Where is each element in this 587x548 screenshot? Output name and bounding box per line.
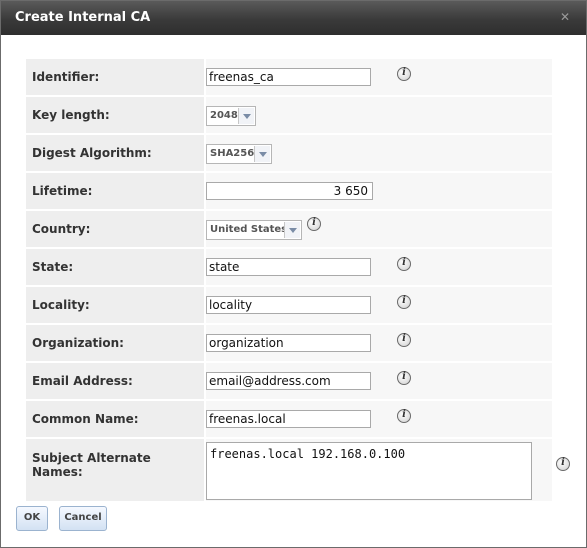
key-length-value-cell: 2048 (206, 97, 552, 133)
ok-button[interactable]: OK (16, 506, 48, 531)
chevron-down-icon[interactable] (254, 146, 270, 162)
state-value-cell (206, 249, 552, 285)
row-email-address: Email Address: (26, 363, 552, 399)
row-state: State: (26, 249, 552, 285)
key-length-selected: 2048 (210, 110, 238, 121)
common-name-input[interactable] (206, 410, 371, 428)
san-label-cell: Subject Alternate Names: (26, 439, 204, 501)
country-selected: United States (210, 224, 288, 235)
identifier-value-cell (206, 59, 552, 95)
info-icon[interactable] (397, 67, 411, 81)
state-input[interactable] (206, 258, 371, 276)
key-length-label-cell: Key length: (26, 97, 204, 133)
title-bar[interactable]: Create Internal CA ✕ (1, 1, 586, 35)
digest-value-cell: SHA256 (206, 135, 552, 171)
row-digest-algorithm: Digest Algorithm: SHA256 (26, 135, 552, 171)
row-identifier: Identifier: (26, 59, 552, 95)
info-icon[interactable] (307, 217, 321, 231)
common-name-label-cell: Common Name: (26, 401, 204, 437)
state-label: State: (32, 260, 74, 274)
email-label: Email Address: (32, 374, 133, 388)
info-icon[interactable] (397, 371, 411, 385)
country-label-cell: Country: (26, 211, 204, 247)
locality-label: Locality: (32, 298, 90, 312)
row-locality: Locality: (26, 287, 552, 323)
common-name-value-cell (206, 401, 552, 437)
locality-value-cell (206, 287, 552, 323)
locality-input[interactable] (206, 296, 371, 314)
san-label: Subject Alternate Names: (32, 451, 151, 479)
digest-label-cell: Digest Algorithm: (26, 135, 204, 171)
row-key-length: Key length: 2048 (26, 97, 552, 133)
chevron-down-icon[interactable] (238, 108, 254, 124)
info-icon[interactable] (397, 409, 411, 423)
row-organization: Organization: (26, 325, 552, 361)
country-value-cell: United States (206, 211, 552, 247)
info-icon[interactable] (397, 257, 411, 271)
create-internal-ca-dialog: Create Internal CA ✕ Identifier: Key len… (0, 0, 587, 548)
lifetime-label-cell: Lifetime: (26, 173, 204, 209)
lifetime-input[interactable] (206, 182, 373, 200)
lifetime-label: Lifetime: (32, 184, 93, 198)
organization-label-cell: Organization: (26, 325, 204, 361)
email-input[interactable] (206, 372, 371, 390)
digest-algorithm-selected: SHA256 (210, 148, 255, 159)
country-label: Country: (32, 222, 91, 236)
info-icon[interactable] (556, 457, 570, 471)
key-length-label: Key length: (32, 108, 110, 122)
email-label-cell: Email Address: (26, 363, 204, 399)
info-icon[interactable] (397, 295, 411, 309)
san-value-cell: freenas.local 192.168.0.100 (206, 439, 552, 501)
locality-label-cell: Locality: (26, 287, 204, 323)
cancel-button[interactable]: Cancel (59, 506, 107, 531)
identifier-input[interactable] (206, 68, 371, 86)
info-icon[interactable] (397, 333, 411, 347)
common-name-label: Common Name: (32, 412, 139, 426)
dialog-title: Create Internal CA (15, 10, 151, 25)
digest-algorithm-select[interactable]: SHA256 (206, 144, 272, 164)
close-icon[interactable]: ✕ (560, 10, 570, 24)
lifetime-value-cell (206, 173, 552, 209)
organization-value-cell (206, 325, 552, 361)
key-length-select[interactable]: 2048 (206, 106, 256, 126)
organization-input[interactable] (206, 334, 371, 352)
country-select[interactable]: United States (206, 220, 302, 240)
organization-label: Organization: (32, 336, 124, 350)
row-subject-alternate-names: Subject Alternate Names: freenas.local 1… (26, 439, 552, 501)
identifier-label: Identifier: (32, 70, 100, 84)
email-value-cell (206, 363, 552, 399)
identifier-label-cell: Identifier: (26, 59, 204, 95)
chevron-down-icon[interactable] (284, 222, 300, 238)
row-common-name: Common Name: (26, 401, 552, 437)
row-country: Country: United States (26, 211, 552, 247)
row-lifetime: Lifetime: (26, 173, 552, 209)
digest-algorithm-label: Digest Algorithm: (32, 146, 152, 160)
state-label-cell: State: (26, 249, 204, 285)
san-textarea[interactable]: freenas.local 192.168.0.100 (206, 442, 532, 500)
